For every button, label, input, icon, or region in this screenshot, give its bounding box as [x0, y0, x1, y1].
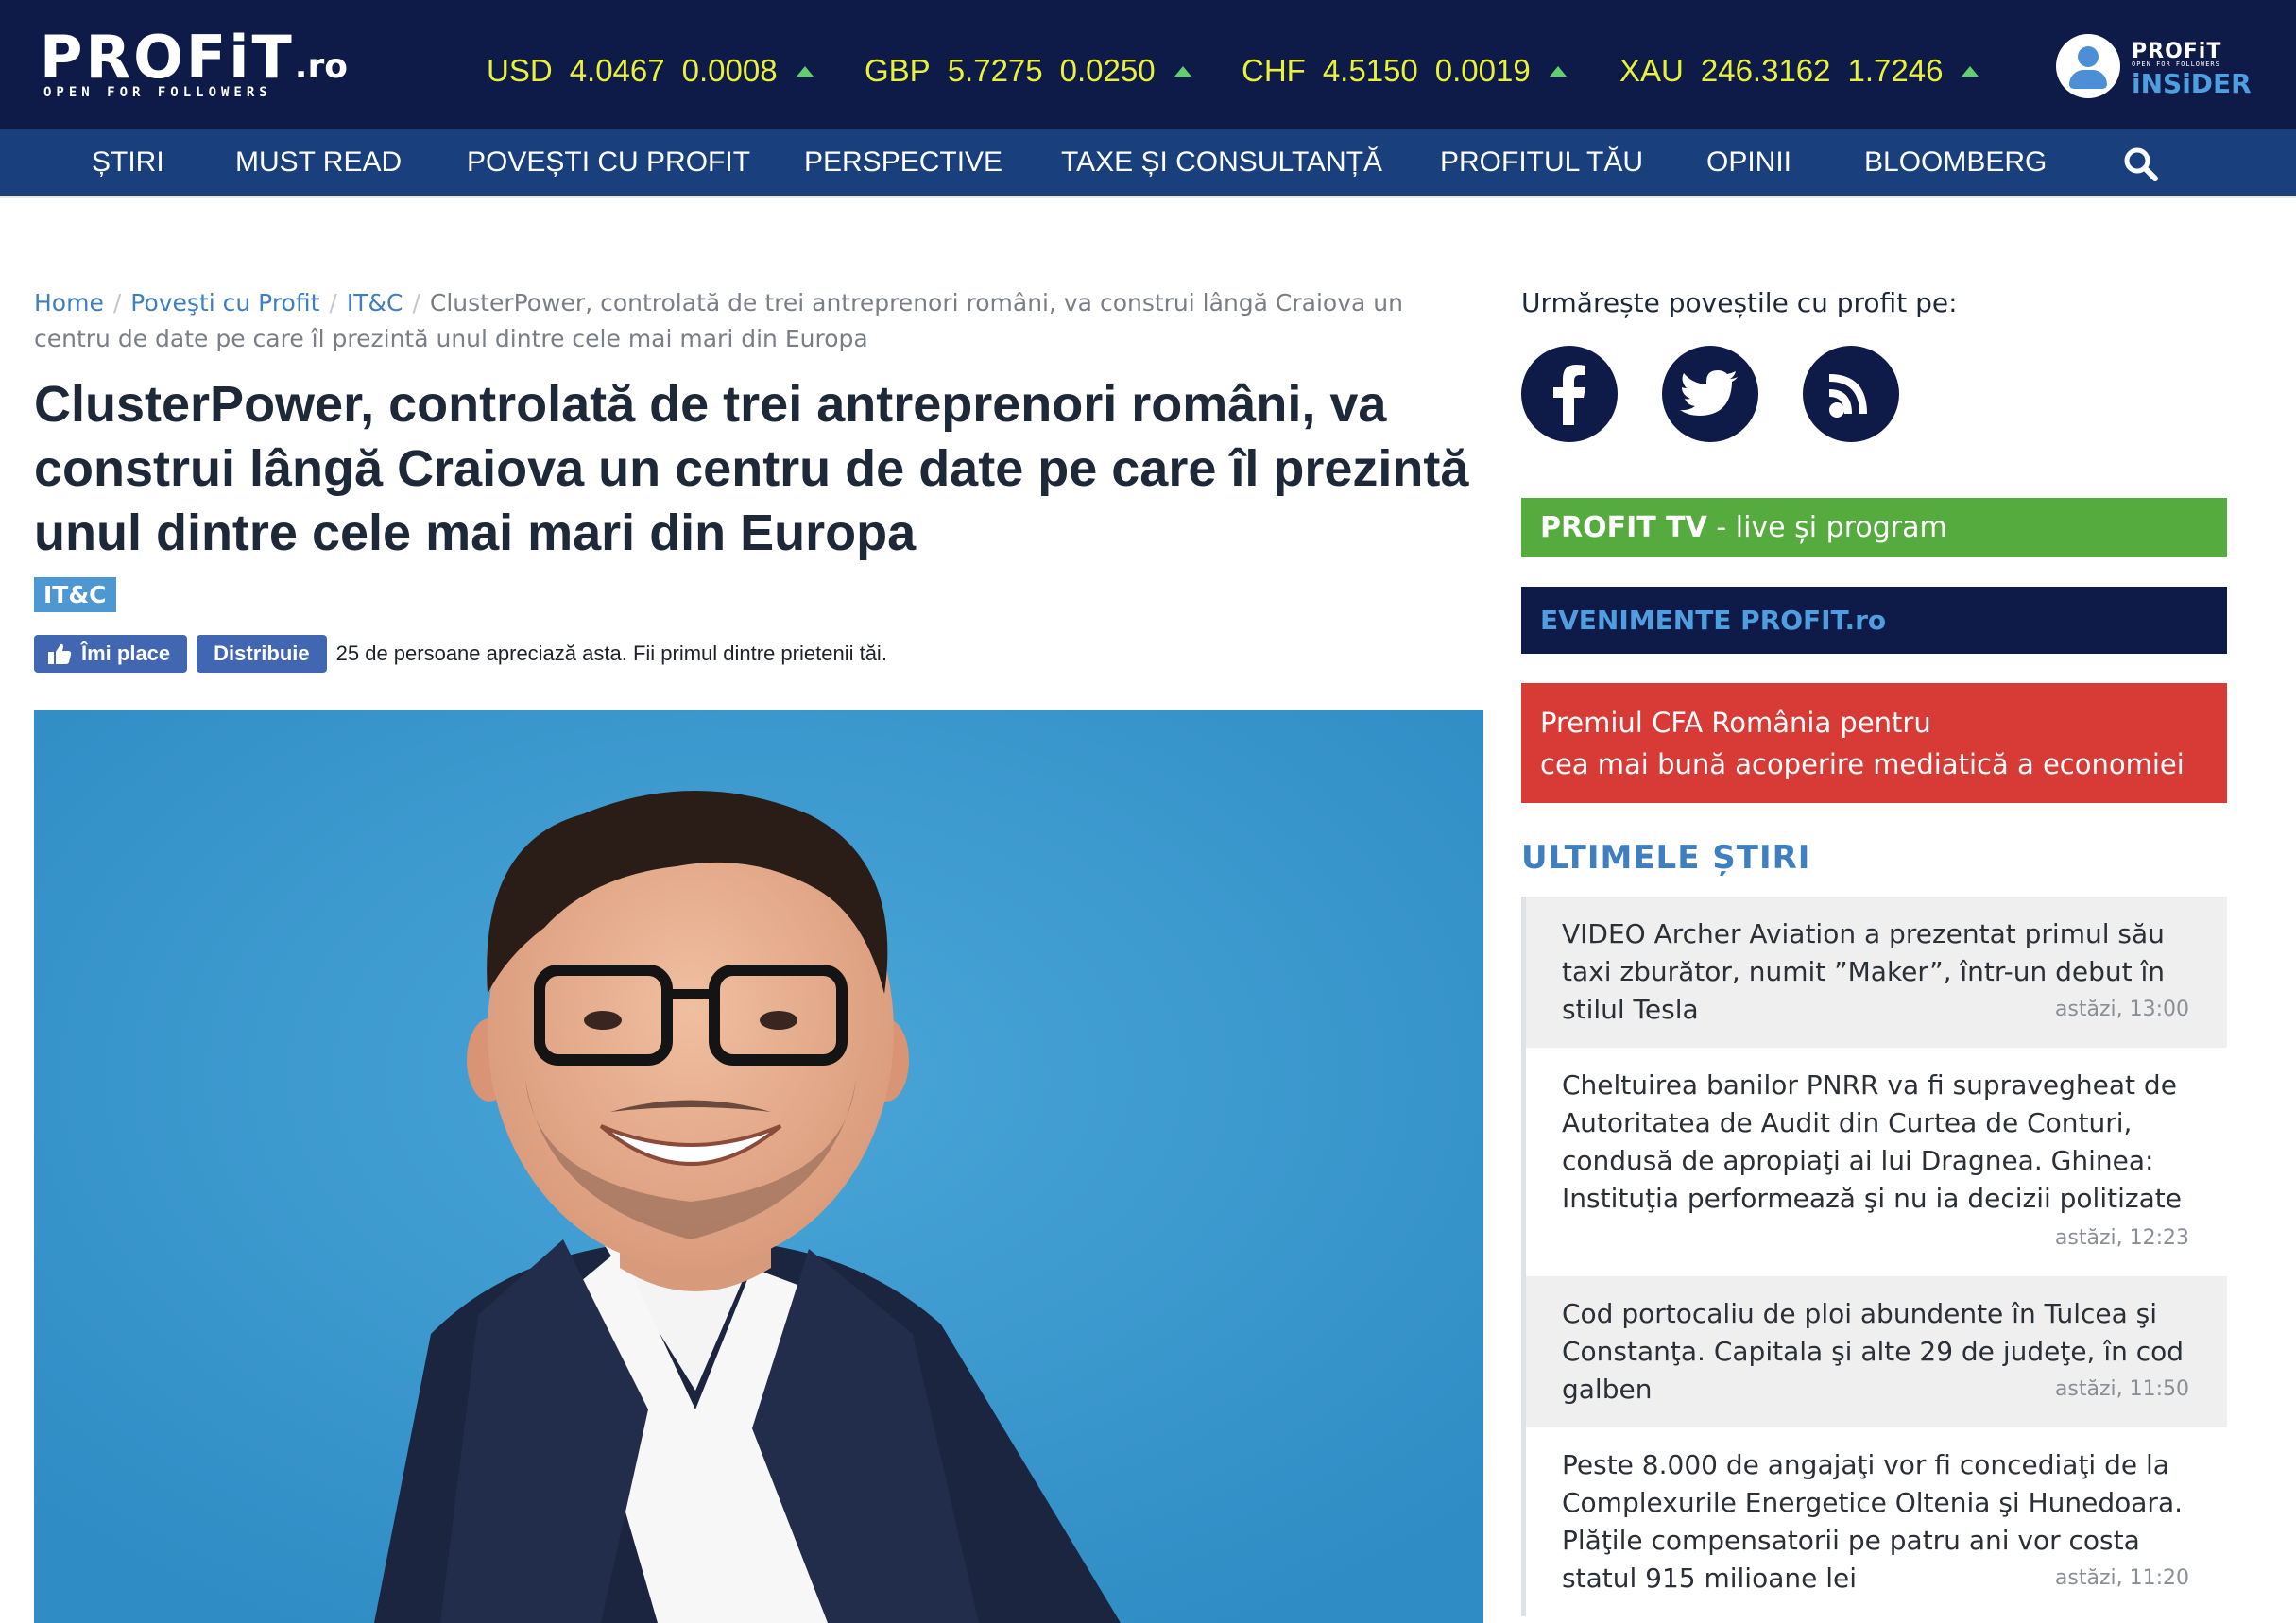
ticker-value: 4.0467 [569, 53, 665, 88]
profit-insider-link[interactable]: PROFiT OPEN FOR FOLLOWERS iNSiDER [2056, 34, 2252, 102]
ticker-change: 1.7246 [1847, 53, 1944, 88]
triangle-up-icon [1549, 65, 1567, 77]
list-item[interactable]: Peste 8.000 de angajaţi vor fi concediaţ… [1526, 1427, 2227, 1616]
nav-item-opinii[interactable]: OPINII [1706, 129, 1791, 196]
insider-logo-word: iNSiDER [2132, 68, 2252, 99]
twitter-icon [1680, 370, 1738, 416]
breadcrumb-separator: / [112, 289, 122, 316]
profit-logo[interactable]: PROFiT.ro OPEN FOR FOLLOWERS [40, 26, 361, 106]
breadcrumb-separator: / [412, 289, 420, 316]
ticker-symbol: XAU [1619, 53, 1684, 88]
ticker-gbp[interactable]: GBP 5.7275 0.0250 [865, 47, 1191, 94]
nav-item-perspective[interactable]: PERSPECTIVE [804, 129, 1002, 196]
news-timestamp: astăzi, 11:50 [2054, 1377, 2189, 1401]
latest-news-title: ULTIMELE ȘTIRI [1521, 839, 1811, 877]
ticker-usd[interactable]: USD 4.0467 0.0008 [487, 47, 814, 94]
facebook-icon [1553, 365, 1585, 425]
search-icon[interactable] [2123, 146, 2159, 182]
twitter-link[interactable] [1662, 346, 1758, 442]
nav-item-taxe[interactable]: TAXE ȘI CONSULTANȚĂ [1061, 129, 1382, 196]
ticker-change: 0.0250 [1059, 53, 1156, 88]
like-label: Îmi place [81, 641, 171, 665]
ticker-value: 4.5150 [1322, 53, 1418, 88]
latest-news-list: VIDEO Archer Aviation a prezentat primul… [1521, 897, 2227, 1616]
ticker-xau[interactable]: XAU 246.3162 1.7246 [1619, 47, 1979, 94]
triangle-up-icon [1174, 65, 1191, 77]
news-timestamp: astăzi, 12:23 [2054, 1226, 2189, 1250]
ticker-change: 0.0019 [1434, 53, 1531, 88]
breadcrumb-povesti[interactable]: Poveşti cu Profit [130, 289, 319, 316]
ticker-symbol: CHF [1242, 53, 1306, 88]
ticker-value: 246.3162 [1700, 53, 1831, 88]
article-title: ClusterPower, controlată de trei antrepr… [34, 376, 1469, 561]
logo-main-text: PROFiT [40, 23, 295, 92]
user-icon [2056, 34, 2120, 98]
logo-tagline: OPEN FOR FOLLOWERS [43, 85, 272, 100]
breadcrumb-home[interactable]: Home [34, 289, 104, 316]
share-label: Distribuie [214, 641, 310, 665]
nav-item-stiri[interactable]: ȘTIRI [92, 129, 164, 196]
cfa-line-1: Premiul CFA România pentru [1540, 707, 1931, 739]
ticker-symbol: GBP [865, 53, 931, 88]
nav-item-povesti-cu-profit[interactable]: POVEȘTI CU PROFIT [467, 129, 750, 196]
list-item[interactable]: Cheltuirea banilor PNRR va fi supraveghe… [1526, 1048, 2227, 1276]
rss-icon [1829, 374, 1867, 418]
main-nav: ȘTIRI MUST READ POVEȘTI CU PROFIT PERSPE… [0, 129, 2296, 196]
news-timestamp: astăzi, 11:20 [2054, 1566, 2189, 1590]
ticker-change: 0.0008 [681, 53, 778, 88]
nav-item-must-read[interactable]: MUST READ [235, 129, 402, 196]
profit-tv-link[interactable]: PROFIT TV - live și program [1521, 498, 2227, 557]
breadcrumb-itc[interactable]: IT&C [347, 289, 403, 316]
facebook-like-row: Îmi place Distribuie 25 de persoane apre… [34, 635, 887, 673]
nav-item-bloomberg[interactable]: BLOOMBERG [1864, 129, 2047, 196]
share-button[interactable]: Distribuie [197, 635, 327, 673]
like-button[interactable]: Îmi place [34, 635, 188, 673]
follow-title: Urmărește poveștile cu profit pe: [1521, 287, 1958, 318]
category-badge[interactable]: IT&C [34, 577, 116, 612]
ticker-chf[interactable]: CHF 4.5150 0.0019 [1242, 47, 1567, 94]
news-headline: Cheltuirea banilor PNRR va fi supraveghe… [1562, 1069, 2182, 1214]
triangle-up-icon [1962, 65, 1979, 77]
profit-tv-sublabel: - live și program [1706, 511, 1947, 544]
facebook-link[interactable] [1521, 346, 1618, 442]
logo-suffix: .ro [294, 47, 348, 86]
events-link[interactable]: EVENIMENTE PROFIT.ro [1521, 587, 2227, 654]
triangle-up-icon [796, 65, 814, 77]
ticker-symbol: USD [487, 53, 553, 88]
nav-divider [0, 196, 2296, 198]
insider-logo-tagline: OPEN FOR FOLLOWERS [2132, 60, 2220, 68]
thumbs-up-icon [48, 643, 72, 664]
portrait-photo [34, 710, 1483, 1623]
breadcrumb: Home / Poveşti cu Profit / IT&C / ClusterPower… [34, 285, 1475, 357]
like-count-text: 25 de persoane apreciază asta. Fii primu… [335, 641, 887, 665]
list-item[interactable]: Cod portocaliu de ploi abundente în Tulc… [1526, 1276, 2227, 1427]
breadcrumb-separator: / [329, 289, 337, 316]
cfa-award-banner[interactable]: Premiul CFA România pentru cea mai bună … [1521, 683, 2227, 803]
ticker-value: 5.7275 [947, 53, 1043, 88]
rss-link[interactable] [1803, 346, 1899, 442]
list-item[interactable]: VIDEO Archer Aviation a prezentat primul… [1526, 897, 2227, 1048]
nav-item-profitul-tau[interactable]: PROFITUL TĂU [1440, 129, 1643, 196]
article-hero-image [34, 710, 1483, 1623]
cfa-line-2: cea mai bună acoperire mediatică a econo… [1540, 748, 2185, 780]
top-bar: PROFiT.ro OPEN FOR FOLLOWERS USD 4.0467 … [0, 0, 2296, 129]
news-timestamp: astăzi, 13:00 [2054, 998, 2189, 1021]
profit-tv-label: PROFIT TV [1540, 511, 1707, 544]
